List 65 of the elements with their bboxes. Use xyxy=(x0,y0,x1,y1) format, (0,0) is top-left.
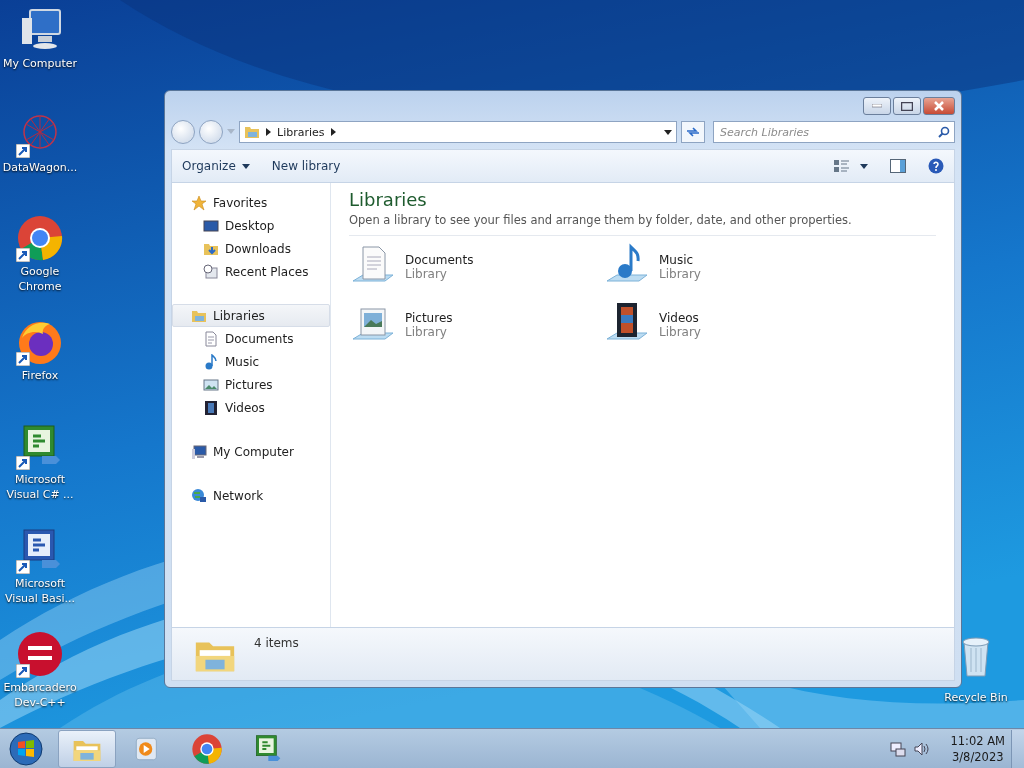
picture-icon xyxy=(203,376,219,393)
page-title: Libraries xyxy=(349,189,428,210)
desktop-icon-label[interactable]: My Computer xyxy=(0,56,80,71)
desktop-icon-label[interactable]: Google Chrome xyxy=(0,264,80,294)
star-icon xyxy=(191,194,207,211)
nav-item[interactable]: Downloads xyxy=(172,237,330,260)
nav-item[interactable]: Documents xyxy=(172,327,330,350)
refresh-icon xyxy=(685,126,701,138)
start-button[interactable] xyxy=(6,730,46,767)
help-icon[interactable] xyxy=(928,158,944,174)
nav-item[interactable]: Recent Places xyxy=(172,260,330,283)
toolbar-button[interactable]: New library xyxy=(271,159,341,173)
desktop-icon-label[interactable]: Microsoft Visual Basi... xyxy=(0,576,80,606)
recent-places-icon xyxy=(203,263,219,280)
clock[interactable]: 11:02 AM 3/8/2023 xyxy=(950,732,1005,765)
desktop-icon-label[interactable]: Microsoft Visual C# ... xyxy=(0,472,80,502)
library-item[interactable]: Music Library xyxy=(603,242,857,292)
page-description: Open a library to see your files and arrange them by folder, date, and other properties. xyxy=(349,213,936,236)
nav-item[interactable]: Libraries xyxy=(172,304,330,327)
toolbar-button[interactable]: Organize xyxy=(182,159,250,173)
dev-cpp-icon xyxy=(16,630,64,678)
nav-item[interactable]: Pictures xyxy=(172,373,330,396)
music-note-icon xyxy=(203,353,219,370)
desktop-icon-label[interactable]: Firefox xyxy=(0,368,80,383)
libraries-icon xyxy=(244,124,260,140)
preview-pane-icon[interactable] xyxy=(890,159,906,173)
network-status-icon[interactable] xyxy=(890,740,907,757)
network-icon xyxy=(191,487,207,504)
view-options-icon[interactable] xyxy=(834,159,868,173)
library-item[interactable]: Videos Library xyxy=(603,300,857,350)
nav-item[interactable]: Network xyxy=(172,484,330,507)
nav-item[interactable]: Desktop xyxy=(172,214,330,237)
chevron-icon xyxy=(266,128,271,136)
breadcrumb[interactable]: Libraries xyxy=(277,125,325,139)
search-box[interactable]: Search Libraries xyxy=(713,121,955,143)
film-strip-icon xyxy=(203,399,219,416)
library-item[interactable]: Documents Library xyxy=(349,242,603,292)
maximize-button[interactable] xyxy=(893,97,921,115)
taskbar-button[interactable] xyxy=(58,729,116,768)
desktop-icon xyxy=(203,217,219,234)
nav-item[interactable]: Favorites xyxy=(172,191,330,214)
maximize-icon xyxy=(901,101,913,111)
search-icon xyxy=(938,126,950,138)
desktop-icon-label[interactable]: DataWagon... xyxy=(0,160,80,175)
computer-icon xyxy=(191,443,207,460)
minimize-button[interactable] xyxy=(863,97,891,115)
refresh-button[interactable] xyxy=(681,121,705,143)
item-count: 4 items xyxy=(254,636,299,650)
address-bar[interactable]: Libraries xyxy=(239,121,677,143)
nav-item[interactable]: My Computer xyxy=(172,440,330,463)
back-button[interactable] xyxy=(171,120,195,144)
close-icon xyxy=(934,101,944,111)
volume-icon[interactable] xyxy=(914,740,931,757)
library-item[interactable]: Pictures Library xyxy=(349,300,603,350)
chrome-icon xyxy=(16,214,64,262)
document-icon xyxy=(203,330,219,347)
search-field[interactable]: Search Libraries xyxy=(718,124,938,140)
nav-item[interactable]: Videos xyxy=(172,396,330,419)
minimize-icon xyxy=(872,104,882,108)
chevron-icon xyxy=(330,128,336,136)
chrome-icon xyxy=(191,732,223,765)
caret-icon[interactable] xyxy=(664,129,672,135)
close-button[interactable] xyxy=(923,97,955,115)
forward-button[interactable] xyxy=(199,120,223,144)
nav-item[interactable]: Music xyxy=(172,350,330,373)
